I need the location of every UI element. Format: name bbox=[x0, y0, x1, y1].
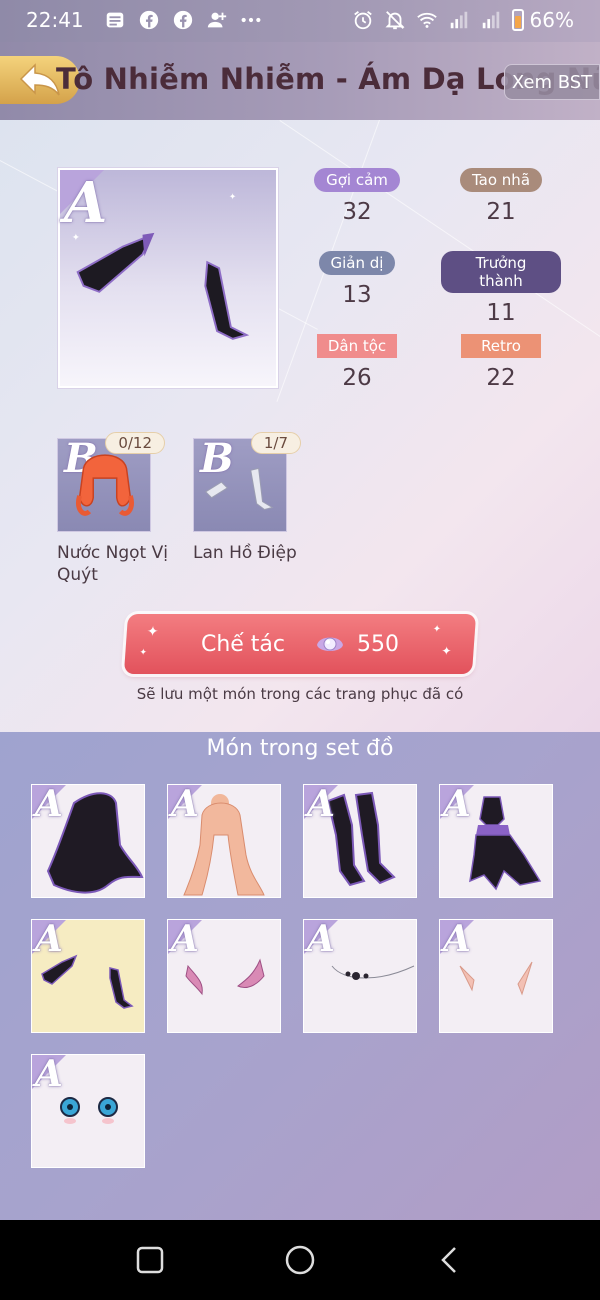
stat-value: 32 bbox=[342, 199, 372, 225]
message-icon bbox=[104, 9, 126, 31]
back-icon bbox=[441, 1247, 456, 1273]
gloves-art: ✦ ✦ bbox=[72, 192, 250, 340]
material-name: Nước Ngọt Vị Quýt bbox=[57, 543, 168, 585]
item-detail-panel: A ✦ ✦ Gợi cảm 32 Tao nhã 21 Giản dị 13 T… bbox=[0, 120, 600, 732]
stat-label: Retro bbox=[461, 334, 541, 358]
set-item-hair[interactable]: A bbox=[167, 784, 281, 898]
set-items-panel: Món trong set đồ A A A A A A A A A bbox=[0, 732, 600, 1220]
stat-label: Tao nhã bbox=[459, 168, 543, 192]
home-button[interactable] bbox=[280, 1240, 320, 1280]
craft-label: Chế tác bbox=[200, 631, 286, 657]
recent-apps-icon bbox=[136, 1246, 164, 1274]
stat-label: Dân tộc bbox=[317, 334, 397, 358]
set-item-horns[interactable]: A bbox=[167, 919, 281, 1033]
stat-label: Trưởng thành bbox=[441, 251, 561, 293]
pearl-icon bbox=[315, 633, 345, 655]
nav-back-button[interactable] bbox=[430, 1240, 470, 1280]
stat-value: 11 bbox=[486, 300, 516, 326]
item-grade: A bbox=[171, 784, 199, 825]
set-item-eyes[interactable]: A bbox=[31, 1054, 145, 1168]
signal-icon bbox=[480, 9, 502, 31]
system-nav-bar bbox=[0, 1220, 600, 1300]
stat-ethnic: Dân tộc 26 bbox=[297, 334, 417, 391]
stat-simple: Giản dị 13 bbox=[297, 251, 417, 308]
header: Tô Nhiễm Nhiễm - Ám Dạ Long Nữ Xem BST bbox=[0, 42, 600, 120]
facebook-icon bbox=[138, 9, 160, 31]
craft-button[interactable]: ✦ ✦ ✦ ✦ Chế tác 550 bbox=[123, 614, 477, 674]
stat-label: Giản dị bbox=[318, 251, 396, 275]
set-item-cloak[interactable]: A bbox=[31, 784, 145, 898]
item-grade: A bbox=[307, 919, 335, 960]
set-item-gloves[interactable]: A bbox=[31, 919, 145, 1033]
set-title: Món trong set đồ bbox=[206, 736, 394, 761]
system-icons: 66% bbox=[352, 8, 574, 32]
status-bar: 22:41 66% bbox=[0, 0, 600, 42]
facebook-icon bbox=[172, 9, 194, 31]
stat-label: Gợi cảm bbox=[314, 168, 400, 192]
battery-icon bbox=[511, 9, 524, 31]
item-grade: A bbox=[35, 784, 63, 825]
battery-indicator: 66% bbox=[511, 8, 574, 32]
item-grade: A bbox=[171, 919, 199, 960]
stat-retro: Retro 22 bbox=[441, 334, 561, 391]
back-arrow-icon bbox=[19, 63, 60, 96]
home-icon bbox=[285, 1245, 315, 1275]
stat-value: 26 bbox=[342, 365, 372, 391]
material-count: 0/12 bbox=[105, 432, 165, 454]
item-grade: A bbox=[443, 784, 471, 825]
set-item-dress[interactable]: A bbox=[439, 784, 553, 898]
stat-mature: Trưởng thành 11 bbox=[441, 251, 561, 326]
wifi-icon bbox=[416, 9, 438, 31]
item-grade: A bbox=[307, 784, 335, 825]
battery-percent: 66% bbox=[529, 8, 574, 32]
crafted-item-preview[interactable]: A ✦ ✦ bbox=[58, 168, 278, 388]
svg-text:✦: ✦ bbox=[72, 233, 80, 244]
more-icon bbox=[240, 9, 262, 31]
add-contact-icon bbox=[206, 9, 228, 31]
set-item-boots[interactable]: A bbox=[303, 784, 417, 898]
stat-sexy: Gợi cảm 32 bbox=[297, 168, 417, 225]
stat-value: 21 bbox=[486, 199, 516, 225]
alarm-icon bbox=[352, 9, 374, 31]
material-name: Lan Hồ Điệp bbox=[193, 543, 297, 563]
item-grade: A bbox=[35, 1054, 63, 1095]
item-grade: A bbox=[443, 919, 471, 960]
item-grade: A bbox=[35, 919, 63, 960]
svg-text:✦: ✦ bbox=[229, 192, 237, 202]
set-item-elf-ears[interactable]: A bbox=[439, 919, 553, 1033]
material-count: 1/7 bbox=[250, 432, 301, 454]
craft-cost: 550 bbox=[357, 631, 400, 657]
mute-icon bbox=[384, 9, 406, 31]
stat-value: 13 bbox=[342, 282, 372, 308]
view-collection-button[interactable]: Xem BST bbox=[504, 64, 600, 100]
stat-value: 22 bbox=[486, 365, 516, 391]
notification-icons bbox=[104, 9, 262, 31]
recent-apps-button[interactable] bbox=[130, 1240, 170, 1280]
stat-elegant: Tao nhã 21 bbox=[441, 168, 561, 225]
material-item[interactable]: B 1/7 Lan Hồ Điệp bbox=[193, 432, 301, 564]
status-time: 22:41 bbox=[26, 8, 84, 32]
material-item[interactable]: B 0/12 Nước Ngọt Vị Quýt bbox=[57, 432, 168, 586]
craft-hint: Sẽ lưu một món trong các trang phục đã c… bbox=[136, 685, 464, 703]
signal-icon bbox=[448, 9, 470, 31]
set-item-necklace[interactable]: A bbox=[303, 919, 417, 1033]
